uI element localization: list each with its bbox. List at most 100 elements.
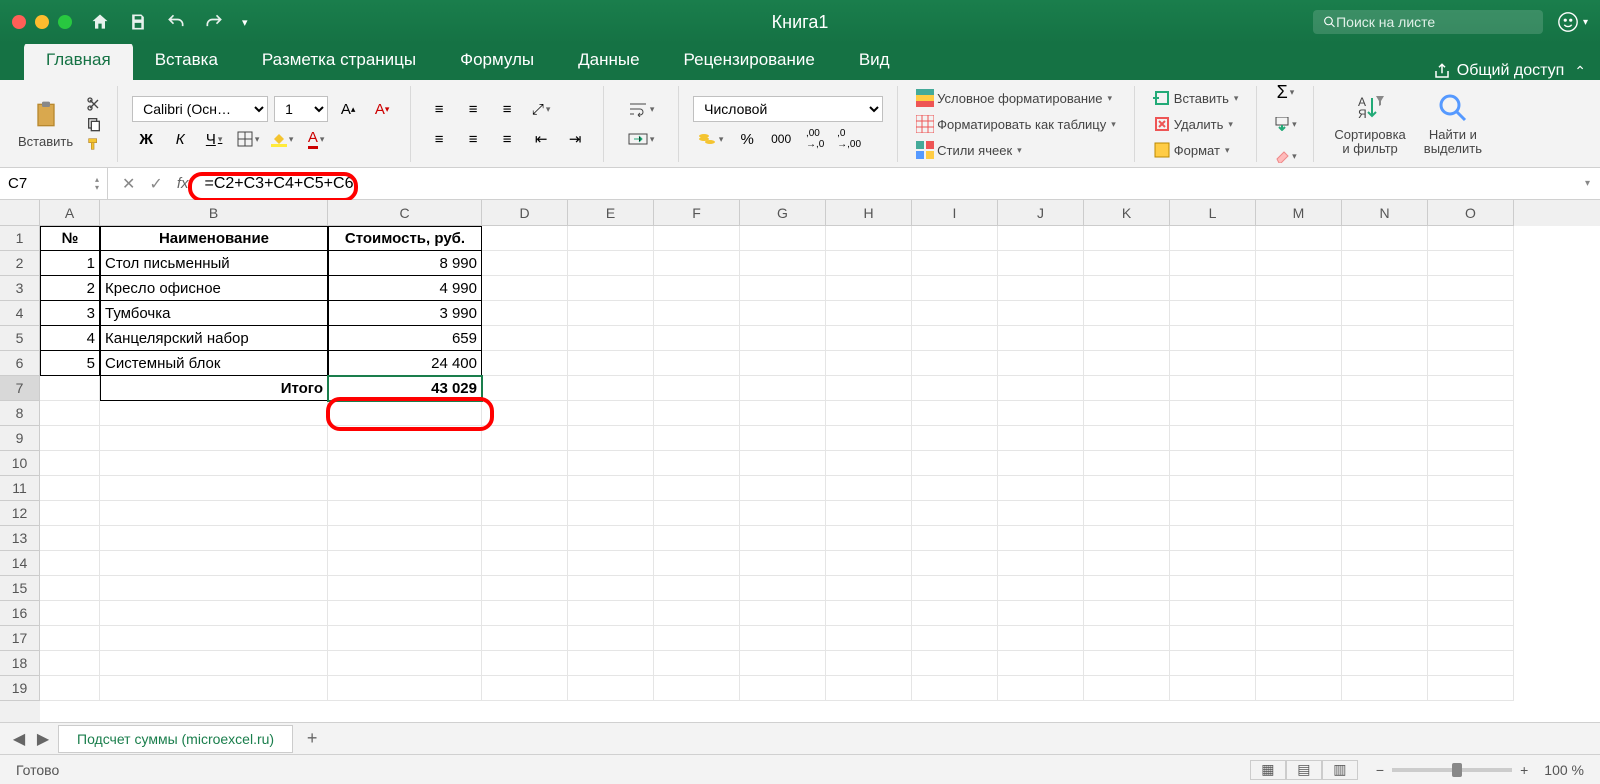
cell[interactable]: [1170, 401, 1256, 426]
cell[interactable]: [40, 526, 100, 551]
row-header[interactable]: 19: [0, 676, 40, 701]
cell[interactable]: [912, 676, 998, 701]
sheet-nav-prev[interactable]: ◀: [8, 728, 30, 750]
cell[interactable]: Кресло офисное: [100, 276, 328, 301]
cell[interactable]: [1342, 251, 1428, 276]
cell[interactable]: [740, 251, 826, 276]
cell[interactable]: [998, 401, 1084, 426]
cell[interactable]: [568, 426, 654, 451]
cell[interactable]: [482, 251, 568, 276]
cell[interactable]: [740, 476, 826, 501]
format-painter-icon[interactable]: [85, 136, 103, 152]
cell[interactable]: [568, 276, 654, 301]
cell[interactable]: [826, 376, 912, 401]
cell[interactable]: [568, 676, 654, 701]
row-header[interactable]: 5: [0, 326, 40, 351]
cell[interactable]: [1428, 376, 1514, 401]
cell[interactable]: [568, 576, 654, 601]
cell[interactable]: [100, 401, 328, 426]
cell[interactable]: [826, 301, 912, 326]
cell[interactable]: [100, 576, 328, 601]
underline-button[interactable]: Ч▾: [200, 126, 228, 152]
sort-filter-button[interactable]: AЯ Сортировка и фильтр: [1328, 88, 1411, 161]
cell[interactable]: [654, 376, 740, 401]
cell[interactable]: [654, 301, 740, 326]
cell[interactable]: [826, 576, 912, 601]
cell[interactable]: [912, 501, 998, 526]
cell[interactable]: [482, 601, 568, 626]
cell[interactable]: Итого: [100, 376, 328, 401]
redo-icon[interactable]: [204, 12, 224, 32]
orientation-button[interactable]: ⤢▾: [527, 96, 555, 122]
cell[interactable]: [40, 651, 100, 676]
cell[interactable]: [328, 626, 482, 651]
cell[interactable]: [40, 401, 100, 426]
increase-decimal-button[interactable]: ,00→,0: [801, 126, 829, 152]
row-header[interactable]: 13: [0, 526, 40, 551]
cell[interactable]: [40, 451, 100, 476]
cell[interactable]: [654, 501, 740, 526]
cell[interactable]: [826, 676, 912, 701]
cell[interactable]: [568, 301, 654, 326]
cell[interactable]: [654, 351, 740, 376]
cell[interactable]: [1256, 426, 1342, 451]
cell[interactable]: [740, 426, 826, 451]
zoom-in-button[interactable]: +: [1520, 762, 1528, 778]
cell[interactable]: [826, 476, 912, 501]
conditional-formatting-button[interactable]: Условное форматирование▾: [912, 87, 1120, 109]
cell[interactable]: [1084, 451, 1170, 476]
cell[interactable]: [1256, 476, 1342, 501]
cell[interactable]: [1084, 676, 1170, 701]
cell[interactable]: [1170, 376, 1256, 401]
minimize-window-icon[interactable]: [35, 15, 49, 29]
cell[interactable]: [1084, 276, 1170, 301]
row-header[interactable]: 2: [0, 251, 40, 276]
cell[interactable]: [40, 501, 100, 526]
cell[interactable]: Стол письменный: [100, 251, 328, 276]
cell[interactable]: [998, 226, 1084, 251]
cell[interactable]: [912, 376, 998, 401]
row-header[interactable]: 15: [0, 576, 40, 601]
cell[interactable]: [1256, 576, 1342, 601]
cell[interactable]: [482, 226, 568, 251]
cell[interactable]: [1342, 676, 1428, 701]
align-right-button[interactable]: ≡: [493, 126, 521, 152]
row-header[interactable]: 9: [0, 426, 40, 451]
column-header[interactable]: C: [328, 200, 482, 226]
zoom-slider[interactable]: [1392, 768, 1512, 772]
cell[interactable]: [1170, 601, 1256, 626]
cell[interactable]: 3: [40, 301, 100, 326]
cell[interactable]: [654, 651, 740, 676]
cell[interactable]: [654, 251, 740, 276]
cell[interactable]: 4: [40, 326, 100, 351]
name-box-stepper-icon[interactable]: ▴▾: [95, 176, 99, 192]
cell[interactable]: [1256, 351, 1342, 376]
cell[interactable]: [100, 451, 328, 476]
cell[interactable]: [1342, 526, 1428, 551]
cell[interactable]: [1342, 401, 1428, 426]
column-header[interactable]: J: [998, 200, 1084, 226]
cell[interactable]: [1084, 551, 1170, 576]
cell[interactable]: [912, 651, 998, 676]
cell[interactable]: [998, 476, 1084, 501]
align-center-button[interactable]: ≡: [459, 126, 487, 152]
format-as-table-button[interactable]: Форматировать как таблицу▾: [912, 113, 1120, 135]
delete-cells-button[interactable]: Удалить▾: [1149, 113, 1243, 135]
cell[interactable]: [740, 576, 826, 601]
cell[interactable]: [998, 251, 1084, 276]
cell[interactable]: [826, 401, 912, 426]
cell[interactable]: [740, 351, 826, 376]
cell[interactable]: [740, 601, 826, 626]
cell[interactable]: [40, 601, 100, 626]
cell[interactable]: [40, 676, 100, 701]
row-header[interactable]: 3: [0, 276, 40, 301]
cell[interactable]: [740, 651, 826, 676]
cell[interactable]: [912, 326, 998, 351]
column-header[interactable]: L: [1170, 200, 1256, 226]
currency-button[interactable]: ▾: [693, 126, 727, 152]
cell[interactable]: [568, 401, 654, 426]
cell[interactable]: [568, 451, 654, 476]
cell[interactable]: [482, 301, 568, 326]
cell[interactable]: 24 400: [328, 351, 482, 376]
cell[interactable]: [740, 501, 826, 526]
